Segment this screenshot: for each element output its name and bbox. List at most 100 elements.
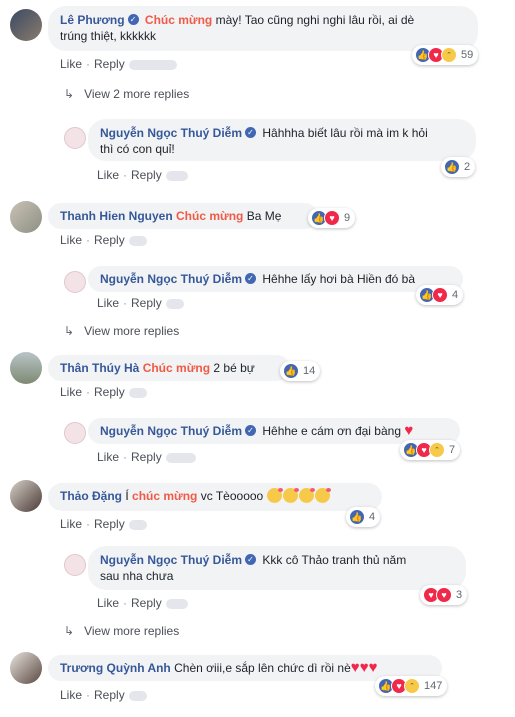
haha-reaction-icon: ᵔ	[404, 678, 420, 694]
avatar[interactable]	[10, 9, 42, 41]
comment-author[interactable]: Nguyễn Ngọc Thuý Diễm	[100, 126, 242, 140]
comment-text: Ba Mẹ	[243, 209, 282, 223]
reactions-summary[interactable]: 👍 ♥ 4	[416, 285, 464, 305]
reply-link[interactable]: Reply	[94, 688, 125, 702]
comment-text-line2: trúng thiệt, kkkkkk	[60, 29, 157, 43]
timestamp[interactable]	[128, 387, 147, 398]
comment-actions: Like · Reply	[60, 385, 147, 399]
like-reaction-icon: 👍	[349, 509, 365, 525]
comment-author[interactable]: Nguyễn Ngọc Thuý Diễm	[100, 272, 242, 286]
reaction-count: 4	[369, 511, 376, 523]
verified-badge-icon: ✓	[245, 127, 257, 139]
highlight-text[interactable]: Chúc mừng	[145, 13, 212, 27]
reactions-summary[interactable]: 👍 ♥ 9	[308, 208, 356, 228]
avatar[interactable]	[10, 201, 42, 233]
haha-reaction-icon: ᵔ	[429, 442, 445, 458]
timestamp[interactable]	[128, 59, 177, 70]
like-link[interactable]: Like	[60, 517, 82, 531]
timestamp[interactable]	[165, 298, 184, 309]
love-reaction-icon: ♥	[432, 287, 448, 303]
comment-text-line2: thì có con quỉ!	[100, 142, 175, 156]
comment-author[interactable]: Thảo Đặng	[60, 489, 122, 503]
comment-text: Hêhhe e cám ơn đại bàng	[262, 424, 401, 438]
like-link[interactable]: Like	[97, 450, 119, 464]
timestamp[interactable]	[165, 452, 196, 463]
comment-author[interactable]: Nguyễn Ngọc Thuý Diễm	[100, 553, 242, 567]
comment-bubble: Thân Thúy Hà Chúc mừng 2 bé bự	[48, 355, 290, 381]
timestamp[interactable]	[128, 235, 147, 246]
reply-link[interactable]: Reply	[94, 385, 125, 399]
reply-link[interactable]: Reply	[94, 233, 125, 247]
reactions-summary[interactable]: 👍 14	[280, 361, 321, 381]
like-reaction-icon: 👍	[283, 363, 299, 379]
like-link[interactable]: Like	[60, 688, 82, 702]
like-link[interactable]: Like	[97, 168, 119, 182]
comment-text: 2 bé bự	[210, 361, 255, 375]
heart-emoji-icon: ♥	[350, 659, 360, 676]
reply-link[interactable]: Reply	[131, 168, 162, 182]
reply-bubble: Nguyễn Ngọc Thuý Diễm ✓ Hêhhe lấy hơi bà …	[88, 266, 463, 292]
reply-link[interactable]: Reply	[131, 296, 162, 310]
reply-bubble: Nguyễn Ngọc Thuý Diễm ✓ Hâhhha biết lâu r…	[88, 119, 476, 161]
avatar[interactable]	[64, 127, 86, 149]
kiss-emoji-icon	[282, 488, 299, 503]
comment-text: Hêhhe lấy hơi bà Hiền đó bà	[262, 272, 415, 286]
like-link[interactable]: Like	[97, 296, 119, 310]
view-more-replies-link[interactable]: ↳ View 2 more replies	[64, 87, 189, 101]
love-reaction-icon: ♥	[324, 210, 340, 226]
highlight-text[interactable]: Chúc mừng	[176, 209, 243, 223]
verified-badge-icon: ✓	[127, 14, 139, 26]
reply-link[interactable]: Reply	[131, 450, 162, 464]
like-link[interactable]: Like	[60, 233, 82, 247]
timestamp[interactable]	[165, 170, 188, 181]
like-link[interactable]: Like	[60, 57, 82, 71]
timestamp[interactable]	[128, 519, 147, 530]
reactions-summary[interactable]: 👍 ♥ ᵔ 147	[375, 676, 448, 696]
comment-text: Chèn ơiii,e sắp lên chức dì rồi nè	[174, 661, 351, 675]
heart-emoji-icon: ♥	[359, 659, 369, 676]
timestamp[interactable]	[165, 598, 188, 609]
comment-actions: Like · Reply	[97, 450, 196, 464]
comment-author[interactable]: Thanh Hien Nguyen	[60, 209, 173, 223]
like-link[interactable]: Like	[97, 596, 119, 610]
reply-arrow-icon: ↳	[64, 87, 75, 101]
comment-author[interactable]: Thân Thúy Hà	[60, 361, 139, 375]
reaction-count: 7	[449, 444, 456, 456]
avatar[interactable]	[10, 352, 42, 384]
verified-badge-icon: ✓	[245, 425, 257, 437]
comment-author[interactable]: Trương Quỳnh Anh	[60, 661, 171, 675]
like-reaction-icon: 👍	[444, 159, 460, 175]
reply-arrow-icon: ↳	[64, 324, 75, 338]
haha-reaction-icon: ᵔ	[441, 47, 457, 63]
heart-emoji-icon: ♥	[368, 659, 378, 676]
highlight-text[interactable]: chúc mừng	[132, 489, 197, 503]
avatar[interactable]	[10, 480, 42, 512]
reactions-summary[interactable]: 👍 4	[346, 507, 381, 527]
reply-link[interactable]: Reply	[131, 596, 162, 610]
reactions-summary[interactable]: 👍 2	[441, 157, 476, 177]
reply-bubble: Nguyễn Ngọc Thuý Diễm ✓ Hêhhe e cám ơn đạ…	[88, 418, 460, 444]
reply-arrow-icon: ↳	[64, 624, 75, 638]
highlight-text[interactable]: Chúc mừng	[143, 361, 210, 375]
like-link[interactable]: Like	[60, 385, 82, 399]
avatar[interactable]	[64, 271, 86, 293]
reactions-summary[interactable]: 👍 ♥ ᵔ 59	[412, 45, 479, 65]
avatar[interactable]	[64, 422, 86, 444]
avatar[interactable]	[64, 554, 86, 576]
reply-link[interactable]: Reply	[94, 517, 125, 531]
avatar[interactable]	[10, 652, 42, 684]
comment-text: vc Tèooooo	[197, 489, 264, 503]
comment-author[interactable]: Nguyễn Ngọc Thuý Diễm	[100, 424, 242, 438]
timestamp[interactable]	[128, 690, 147, 701]
reply-link[interactable]: Reply	[94, 57, 125, 71]
comment-actions: Like · Reply	[60, 57, 177, 71]
reactions-summary[interactable]: ♥ ♥ 3	[420, 585, 468, 605]
verified-badge-icon: ✓	[245, 554, 257, 566]
reaction-count: 9	[344, 212, 351, 224]
view-more-replies-link[interactable]: ↳ View more replies	[64, 624, 179, 638]
comment-author[interactable]: Lê Phương	[60, 13, 125, 27]
comment-text: mày! Tao cũng nghi nghi lâu rồi, ai dè	[212, 13, 415, 27]
comment-bubble: Lê Phương ✓ Chúc mừng mày! Tao cũng nghi …	[48, 6, 478, 51]
reactions-summary[interactable]: 👍 ♥ ᵔ 7	[400, 440, 461, 460]
view-more-replies-link[interactable]: ↳ View more replies	[64, 324, 179, 338]
